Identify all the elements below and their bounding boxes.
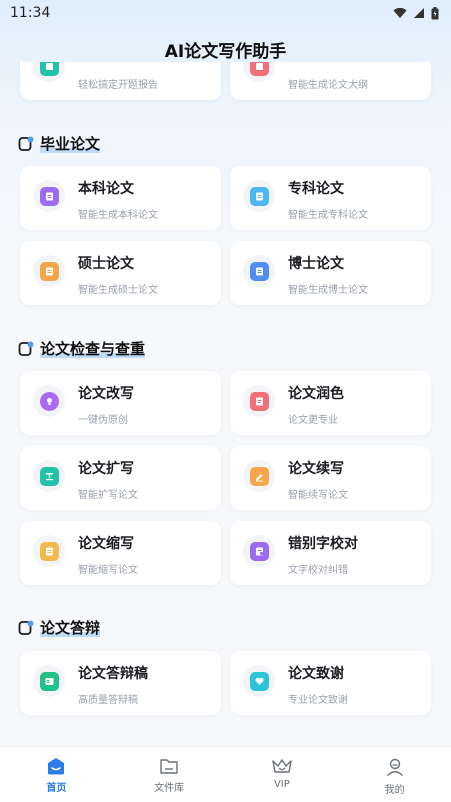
icon-circle (33, 535, 65, 567)
card-continue[interactable]: 论文续写 智能续写论文 (230, 446, 431, 510)
section-check: 论文检查与查重 (18, 338, 146, 359)
main-scroll[interactable]: 轻松搞定开题报告 智能生成论文大纲 毕业论文 本科论文 智能生成本科论文 专科论… (0, 62, 451, 746)
card-sub: 一键伪原创 (78, 415, 128, 426)
card-title: 硕士论文 (78, 256, 134, 272)
pen-icon (249, 466, 269, 486)
outline-icon (249, 62, 269, 76)
card-sub: 智能生成论文大纲 (288, 80, 368, 91)
status-bar: 11:34 (0, 0, 451, 26)
card-expand[interactable]: 论文扩写 智能扩写论文 (20, 446, 221, 510)
section-icon (18, 341, 34, 356)
section-title: 毕业论文 (40, 135, 101, 153)
junior-doc-icon (249, 186, 269, 206)
master-doc-icon (39, 261, 59, 281)
section-title: 论文答辩 (40, 619, 101, 637)
card-title: 论文缩写 (78, 536, 134, 552)
card-shorten[interactable]: 论文缩写 智能缩写论文 (20, 521, 221, 585)
tab-label: 文件库 (154, 783, 185, 794)
heart-icon (249, 671, 269, 691)
card-sub: 智能生成硕士论文 (78, 285, 158, 296)
card-title: 专科论文 (288, 181, 344, 197)
card-sub: 智能缩写论文 (78, 565, 138, 576)
section-defense: 论文答辩 (18, 617, 101, 638)
doctor-doc-icon (249, 261, 269, 281)
card-sub: 智能续写论文 (288, 490, 348, 501)
card-title: 论文答辩稿 (78, 666, 148, 682)
card-thanks[interactable]: 论文致谢 专业论文致谢 (230, 651, 431, 715)
card-proofread[interactable]: 错别字校对 文字校对纠错 (230, 521, 431, 585)
card-title: 博士论文 (288, 256, 344, 272)
icon-circle (33, 460, 65, 492)
section-icon (18, 136, 34, 151)
card-sub: 智能生成博士论文 (288, 285, 368, 296)
icon-circle (243, 665, 275, 697)
tab-label: VIP (273, 779, 290, 790)
polish-doc-icon (249, 391, 269, 411)
card-junior[interactable]: 专科论文 智能生成专科论文 (230, 166, 431, 230)
icon-circle (33, 385, 65, 417)
card-sub: 轻松搞定开题报告 (78, 80, 158, 91)
status-time: 11:34 (10, 5, 51, 21)
card-opening-report[interactable]: 轻松搞定开题报告 (20, 62, 221, 100)
tab-label: 我的 (384, 785, 405, 796)
icon-circle (243, 255, 275, 287)
tab-home[interactable]: 首页 (0, 747, 113, 802)
tab-vip[interactable]: VIP (226, 747, 339, 802)
card-title: 论文续写 (288, 461, 344, 477)
card-title: 论文致谢 (288, 666, 344, 682)
card-title: 本科论文 (78, 181, 134, 197)
status-icons (393, 6, 439, 20)
card-title: 论文扩写 (78, 461, 134, 477)
card-sub: 文字校对纠错 (288, 565, 348, 576)
card-defense-script[interactable]: 论文答辩稿 高质量答辩稿 (20, 651, 221, 715)
card-title: 论文改写 (78, 386, 134, 402)
icon-circle (243, 460, 275, 492)
card-master[interactable]: 硕士论文 智能生成硕士论文 (20, 241, 221, 305)
proofread-doc-icon (249, 541, 269, 561)
signal-icon (414, 8, 424, 18)
battery-icon (431, 6, 439, 19)
card-bachelor[interactable]: 本科论文 智能生成本科论文 (20, 166, 221, 230)
icon-circle (243, 62, 275, 82)
section-graduation: 毕业论文 (18, 133, 101, 154)
report-icon (39, 62, 59, 76)
card-title: 错别字校对 (288, 536, 358, 552)
tab-mine[interactable]: 我的 (338, 747, 451, 802)
icon-circle (33, 665, 65, 697)
section-title: 论文检查与查重 (40, 340, 146, 358)
card-doctor[interactable]: 博士论文 智能生成博士论文 (230, 241, 431, 305)
card-sub: 智能生成专科论文 (288, 210, 368, 221)
book-icon (39, 671, 59, 691)
folder-icon (160, 759, 178, 774)
card-sub: 论文更专业 (288, 415, 338, 426)
icon-circle (33, 255, 65, 287)
user-icon (386, 758, 403, 777)
section-icon (18, 620, 34, 635)
card-polish[interactable]: 论文润色 论文更专业 (230, 371, 431, 435)
crown-icon (272, 759, 292, 773)
card-sub: 智能扩写论文 (78, 490, 138, 501)
home-icon (48, 758, 65, 775)
icon-circle (33, 180, 65, 212)
expand-text-icon (39, 466, 59, 486)
bottom-tab-bar: 首页 文件库 VIP 我的 (0, 746, 451, 802)
card-title: 论文润色 (288, 386, 344, 402)
card-sub: 智能生成本科论文 (78, 210, 158, 221)
icon-circle (243, 180, 275, 212)
card-sub: 高质量答辩稿 (78, 695, 138, 706)
card-sub: 专业论文致谢 (288, 695, 348, 706)
shorten-doc-icon (39, 541, 59, 561)
tab-library[interactable]: 文件库 (113, 747, 226, 802)
bulb-icon (39, 391, 59, 411)
card-rewrite[interactable]: 论文改写 一键伪原创 (20, 371, 221, 435)
icon-circle (33, 62, 65, 82)
icon-circle (243, 385, 275, 417)
tab-label: 首页 (46, 783, 67, 794)
icon-circle (243, 535, 275, 567)
wifi-icon (393, 7, 407, 18)
card-outline[interactable]: 智能生成论文大纲 (230, 62, 431, 100)
bachelor-doc-icon (39, 186, 59, 206)
